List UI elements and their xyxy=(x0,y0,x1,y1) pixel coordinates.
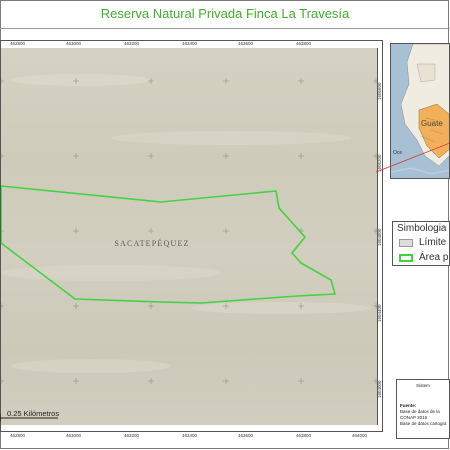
legend-label-limit: Límite xyxy=(419,237,447,248)
grid-cross xyxy=(148,228,154,234)
region-label: SACATEPÉQUEZ xyxy=(114,238,189,248)
tick-label: 1604400 xyxy=(377,304,382,322)
grid-cross xyxy=(1,303,4,309)
locator-inset-map[interactable]: Guate Oce xyxy=(390,43,450,179)
grid-cross xyxy=(223,378,229,384)
grid-cross xyxy=(148,378,154,384)
tick-label: 463200 xyxy=(124,433,140,438)
main-map[interactable]: SACATEPÉQUEZ xyxy=(0,48,378,425)
inset-region-label: Guate xyxy=(421,119,443,128)
coordinate-grid xyxy=(1,78,377,384)
tick-label: 463600 xyxy=(238,433,254,438)
inset-svg: Guate Oce xyxy=(391,44,449,178)
info-box: Sistem Fuente: Base de datos de la CONAP… xyxy=(396,379,450,439)
legend-swatch-limit xyxy=(399,239,413,247)
grid-cross xyxy=(73,303,79,309)
tick-label: 1605600 xyxy=(377,82,382,100)
info-line-cartography: Base de datos cartogra xyxy=(400,421,447,426)
grid-cross xyxy=(298,78,304,84)
title-divider xyxy=(0,28,450,29)
terrain-texture xyxy=(1,74,371,373)
grid-cross xyxy=(148,303,154,309)
tick-label: 463000 xyxy=(66,433,82,438)
grid-cross xyxy=(1,78,4,84)
scale-bar: 0.25 Kilómetros xyxy=(0,404,60,426)
scale-bar-label: 0.25 Kilómetros xyxy=(7,409,60,418)
legend-panel: Simbologia Límite Área pr xyxy=(392,221,450,266)
tick-label: 463400 xyxy=(182,41,198,46)
legend-item-limit: Límite xyxy=(399,237,449,249)
tick-label: 464000 xyxy=(352,433,368,438)
legend-item-area: Área pr xyxy=(399,252,450,264)
tick-label: 463000 xyxy=(66,41,82,46)
legend-title: Simbologia xyxy=(397,223,447,234)
main-map-svg: SACATEPÉQUEZ xyxy=(1,74,377,384)
tick-label: 1604800 xyxy=(377,228,382,246)
grid-cross xyxy=(298,378,304,384)
legend-swatch-area xyxy=(399,254,413,262)
tick-label: 1604000 xyxy=(377,380,382,398)
grid-cross xyxy=(73,378,79,384)
grid-cross xyxy=(148,153,154,159)
grid-cross xyxy=(223,228,229,234)
page-title: Reserva Natural Privada Finca La Travesí… xyxy=(100,6,350,21)
grid-cross xyxy=(1,153,4,159)
info-line-system: Sistem xyxy=(416,383,430,388)
tick-label: 463800 xyxy=(296,433,312,438)
grid-cross xyxy=(73,153,79,159)
inset-sea-label: Oce xyxy=(393,150,402,156)
grid-cross xyxy=(298,153,304,159)
legend-label-area: Área pr xyxy=(419,252,450,263)
grid-cross xyxy=(223,153,229,159)
tick-label: 463400 xyxy=(182,433,198,438)
tick-label: 462800 xyxy=(10,41,26,46)
tick-label: 463600 xyxy=(238,41,254,46)
grid-cross xyxy=(1,378,4,384)
tick-label: 462800 xyxy=(10,433,26,438)
tick-label: 463200 xyxy=(124,41,140,46)
grid-cross xyxy=(223,78,229,84)
tick-label: 463800 xyxy=(296,41,312,46)
tick-label: 1605200 xyxy=(377,154,382,172)
grid-cross xyxy=(73,228,79,234)
